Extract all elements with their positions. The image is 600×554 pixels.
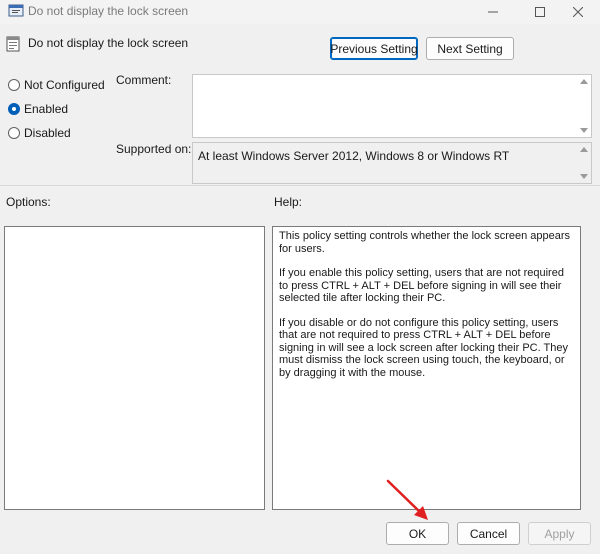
radio-not-configured[interactable]: Not Configured (8, 78, 105, 92)
policy-window-icon (8, 4, 24, 17)
radio-enabled[interactable]: Enabled (8, 102, 68, 116)
radio-label: Disabled (24, 126, 71, 140)
supported-on-value: At least Windows Server 2012, Windows 8 … (198, 149, 510, 163)
close-button[interactable] (555, 0, 600, 24)
cancel-button[interactable]: Cancel (457, 522, 520, 545)
comment-label: Comment: (116, 73, 172, 87)
maximize-icon (535, 7, 545, 17)
help-paragraph: If you disable or do not configure this … (279, 316, 568, 379)
radio-indicator[interactable] (8, 103, 20, 115)
radio-label: Enabled (24, 102, 69, 116)
help-panel: This policy setting controls whether the… (272, 226, 581, 510)
help-paragraph: This policy setting controls whether the… (279, 230, 571, 255)
scroll-down-icon[interactable] (580, 174, 588, 179)
radio-label: Not Configured (24, 78, 105, 92)
annotation-arrow-icon (386, 479, 428, 520)
radio-indicator[interactable] (8, 127, 20, 139)
ok-button[interactable]: OK (386, 522, 449, 545)
radio-indicator[interactable] (8, 79, 20, 91)
next-setting-button[interactable]: Next Setting (426, 37, 514, 60)
policy-title: Do not display the lock screen (28, 36, 189, 50)
scroll-up-icon[interactable] (580, 79, 588, 84)
policy-icon (6, 36, 20, 52)
help-text: This policy setting controls whether the… (279, 230, 573, 391)
minimize-button[interactable] (470, 0, 516, 24)
help-paragraph: If you enable this policy setting, users… (279, 267, 564, 304)
options-panel (4, 226, 265, 510)
options-label: Options: (6, 195, 51, 209)
title-bar: Do not display the lock screen (0, 0, 600, 24)
supported-on-field: At least Windows Server 2012, Windows 8 … (192, 142, 592, 184)
supported-on-label: Supported on: (116, 142, 192, 156)
previous-setting-button[interactable]: Previous Setting (330, 37, 418, 60)
scroll-up-icon[interactable] (580, 147, 588, 152)
supported-scrollbar[interactable] (577, 143, 591, 183)
window-title: Do not display the lock screen (28, 4, 189, 18)
comment-textarea[interactable] (192, 74, 592, 138)
help-label: Help: (274, 195, 303, 209)
apply-button[interactable]: Apply (528, 522, 591, 545)
radio-disabled[interactable]: Disabled (8, 126, 71, 140)
section-divider (0, 185, 600, 186)
comment-scrollbar[interactable] (577, 75, 591, 137)
close-icon (573, 7, 583, 17)
minimize-icon (488, 11, 498, 13)
scroll-down-icon[interactable] (580, 128, 588, 133)
